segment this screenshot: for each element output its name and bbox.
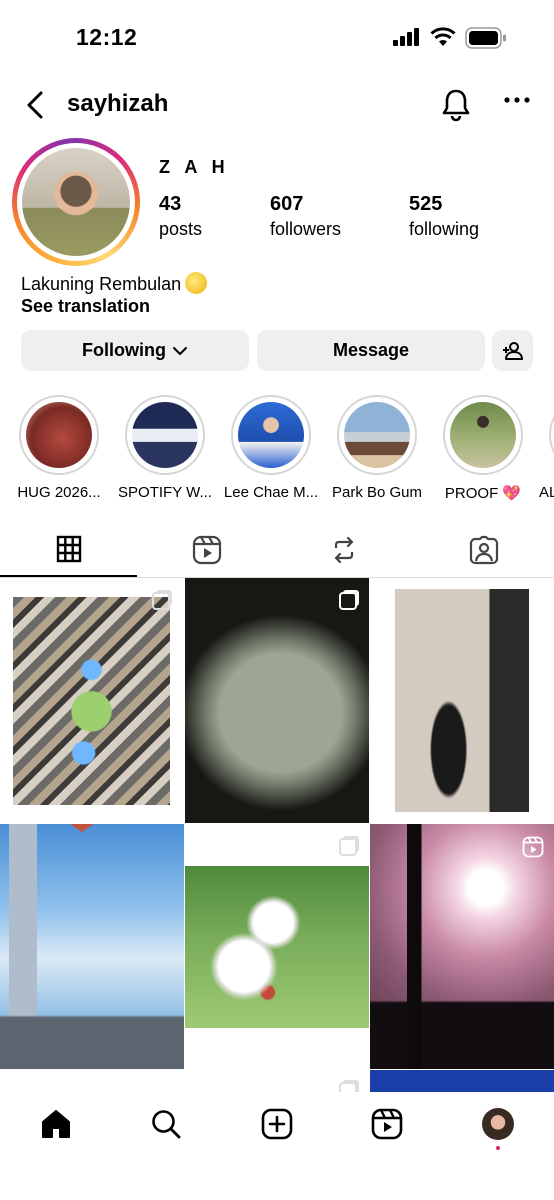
post-thumbnail[interactable] bbox=[185, 824, 369, 1069]
highlight-label: Lee Chae M... bbox=[223, 484, 319, 501]
stat-label: following bbox=[409, 219, 480, 239]
bottom-navigation bbox=[0, 1092, 554, 1200]
chevron-down-icon bbox=[172, 346, 187, 355]
suggested-people-button[interactable] bbox=[492, 330, 533, 371]
highlight-cover bbox=[238, 402, 304, 468]
highlight-item[interactable]: HUG 2026... bbox=[17, 395, 101, 501]
stat-value: 43 bbox=[159, 193, 182, 215]
notification-dot bbox=[496, 1146, 500, 1150]
following-label: Following bbox=[82, 340, 166, 360]
profile-username: sayhizah bbox=[67, 90, 169, 117]
profile-avatar-nav[interactable] bbox=[482, 1108, 514, 1140]
message-label: Message bbox=[332, 340, 410, 360]
see-translation-link[interactable]: See translation bbox=[21, 296, 150, 317]
carousel-icon bbox=[339, 592, 357, 610]
highlight-label: Park Bo Gum bbox=[331, 484, 423, 501]
highlight-item[interactable]: Park Bo Gum bbox=[332, 395, 422, 501]
post-image bbox=[13, 597, 170, 805]
avatar-photo bbox=[22, 148, 130, 256]
post-image bbox=[185, 866, 369, 1028]
repost-icon[interactable] bbox=[330, 535, 358, 565]
highlight-label: PROOF 💖 bbox=[444, 485, 522, 502]
tagged-icon[interactable] bbox=[469, 535, 499, 565]
bio: Lakuning Rembulan bbox=[21, 272, 208, 295]
bio-text: Lakuning Rembulan bbox=[21, 274, 182, 294]
create-icon[interactable] bbox=[261, 1108, 293, 1140]
search-icon[interactable] bbox=[150, 1108, 182, 1140]
highlight-item[interactable]: AL bbox=[539, 395, 554, 501]
stat-label: followers bbox=[270, 219, 342, 239]
post-image bbox=[370, 824, 554, 1069]
carousel-icon bbox=[152, 592, 170, 610]
cellular-signal-icon bbox=[393, 28, 419, 46]
highlight-label: HUG 2026... bbox=[17, 484, 101, 501]
stat-followers[interactable]: 607 followers bbox=[270, 193, 341, 240]
post-thumbnail[interactable] bbox=[0, 578, 184, 823]
grid-icon[interactable] bbox=[56, 535, 82, 563]
profile-header: sayhizah bbox=[0, 80, 554, 130]
profile-tabs bbox=[0, 528, 554, 578]
highlight-cover bbox=[344, 402, 410, 468]
highlight-label: AL bbox=[539, 484, 554, 501]
post-thumbnail[interactable] bbox=[0, 824, 184, 1069]
stat-following[interactable]: 525 following bbox=[409, 193, 479, 240]
battery-icon bbox=[465, 27, 506, 49]
highlight-cover bbox=[450, 402, 516, 468]
status-bar: 12:12 bbox=[0, 0, 554, 76]
display-name: Z A H bbox=[159, 157, 230, 177]
message-button[interactable]: Message bbox=[257, 330, 485, 371]
stat-posts[interactable]: 43 posts bbox=[159, 193, 202, 240]
post-thumbnail[interactable] bbox=[185, 578, 369, 823]
following-button[interactable]: Following bbox=[21, 330, 249, 371]
highlight-item[interactable]: SPOTIFY W... bbox=[118, 395, 212, 501]
stat-value: 525 bbox=[409, 193, 443, 215]
moon-emoji-icon bbox=[185, 272, 208, 294]
back-icon[interactable] bbox=[22, 90, 50, 120]
home-icon[interactable] bbox=[40, 1108, 72, 1140]
post-image bbox=[395, 589, 529, 812]
reel-badge-icon bbox=[522, 836, 544, 858]
highlight-item[interactable]: PROOF 💖 bbox=[441, 395, 525, 502]
highlight-item[interactable]: Lee Chae M... bbox=[224, 395, 318, 501]
post-thumbnail[interactable] bbox=[370, 824, 554, 1069]
profile-avatar[interactable] bbox=[12, 138, 140, 266]
reels-icon[interactable] bbox=[192, 535, 222, 565]
highlight-cover bbox=[132, 402, 198, 468]
status-time: 12:12 bbox=[76, 24, 138, 50]
highlight-cover bbox=[26, 402, 92, 468]
reels-nav-icon[interactable] bbox=[371, 1108, 403, 1140]
post-corner-tag bbox=[70, 824, 94, 832]
wifi-icon bbox=[430, 27, 456, 46]
add-person-icon bbox=[502, 341, 523, 360]
stat-value: 607 bbox=[270, 193, 304, 215]
more-icon[interactable] bbox=[504, 96, 530, 104]
active-tab-indicator bbox=[0, 575, 137, 577]
post-image bbox=[0, 824, 184, 1069]
stat-label: posts bbox=[159, 219, 203, 239]
carousel-icon bbox=[339, 838, 357, 856]
post-image bbox=[185, 578, 369, 823]
bell-icon[interactable] bbox=[440, 88, 472, 122]
post-thumbnail[interactable] bbox=[370, 578, 554, 823]
highlight-label: SPOTIFY W... bbox=[118, 484, 212, 501]
